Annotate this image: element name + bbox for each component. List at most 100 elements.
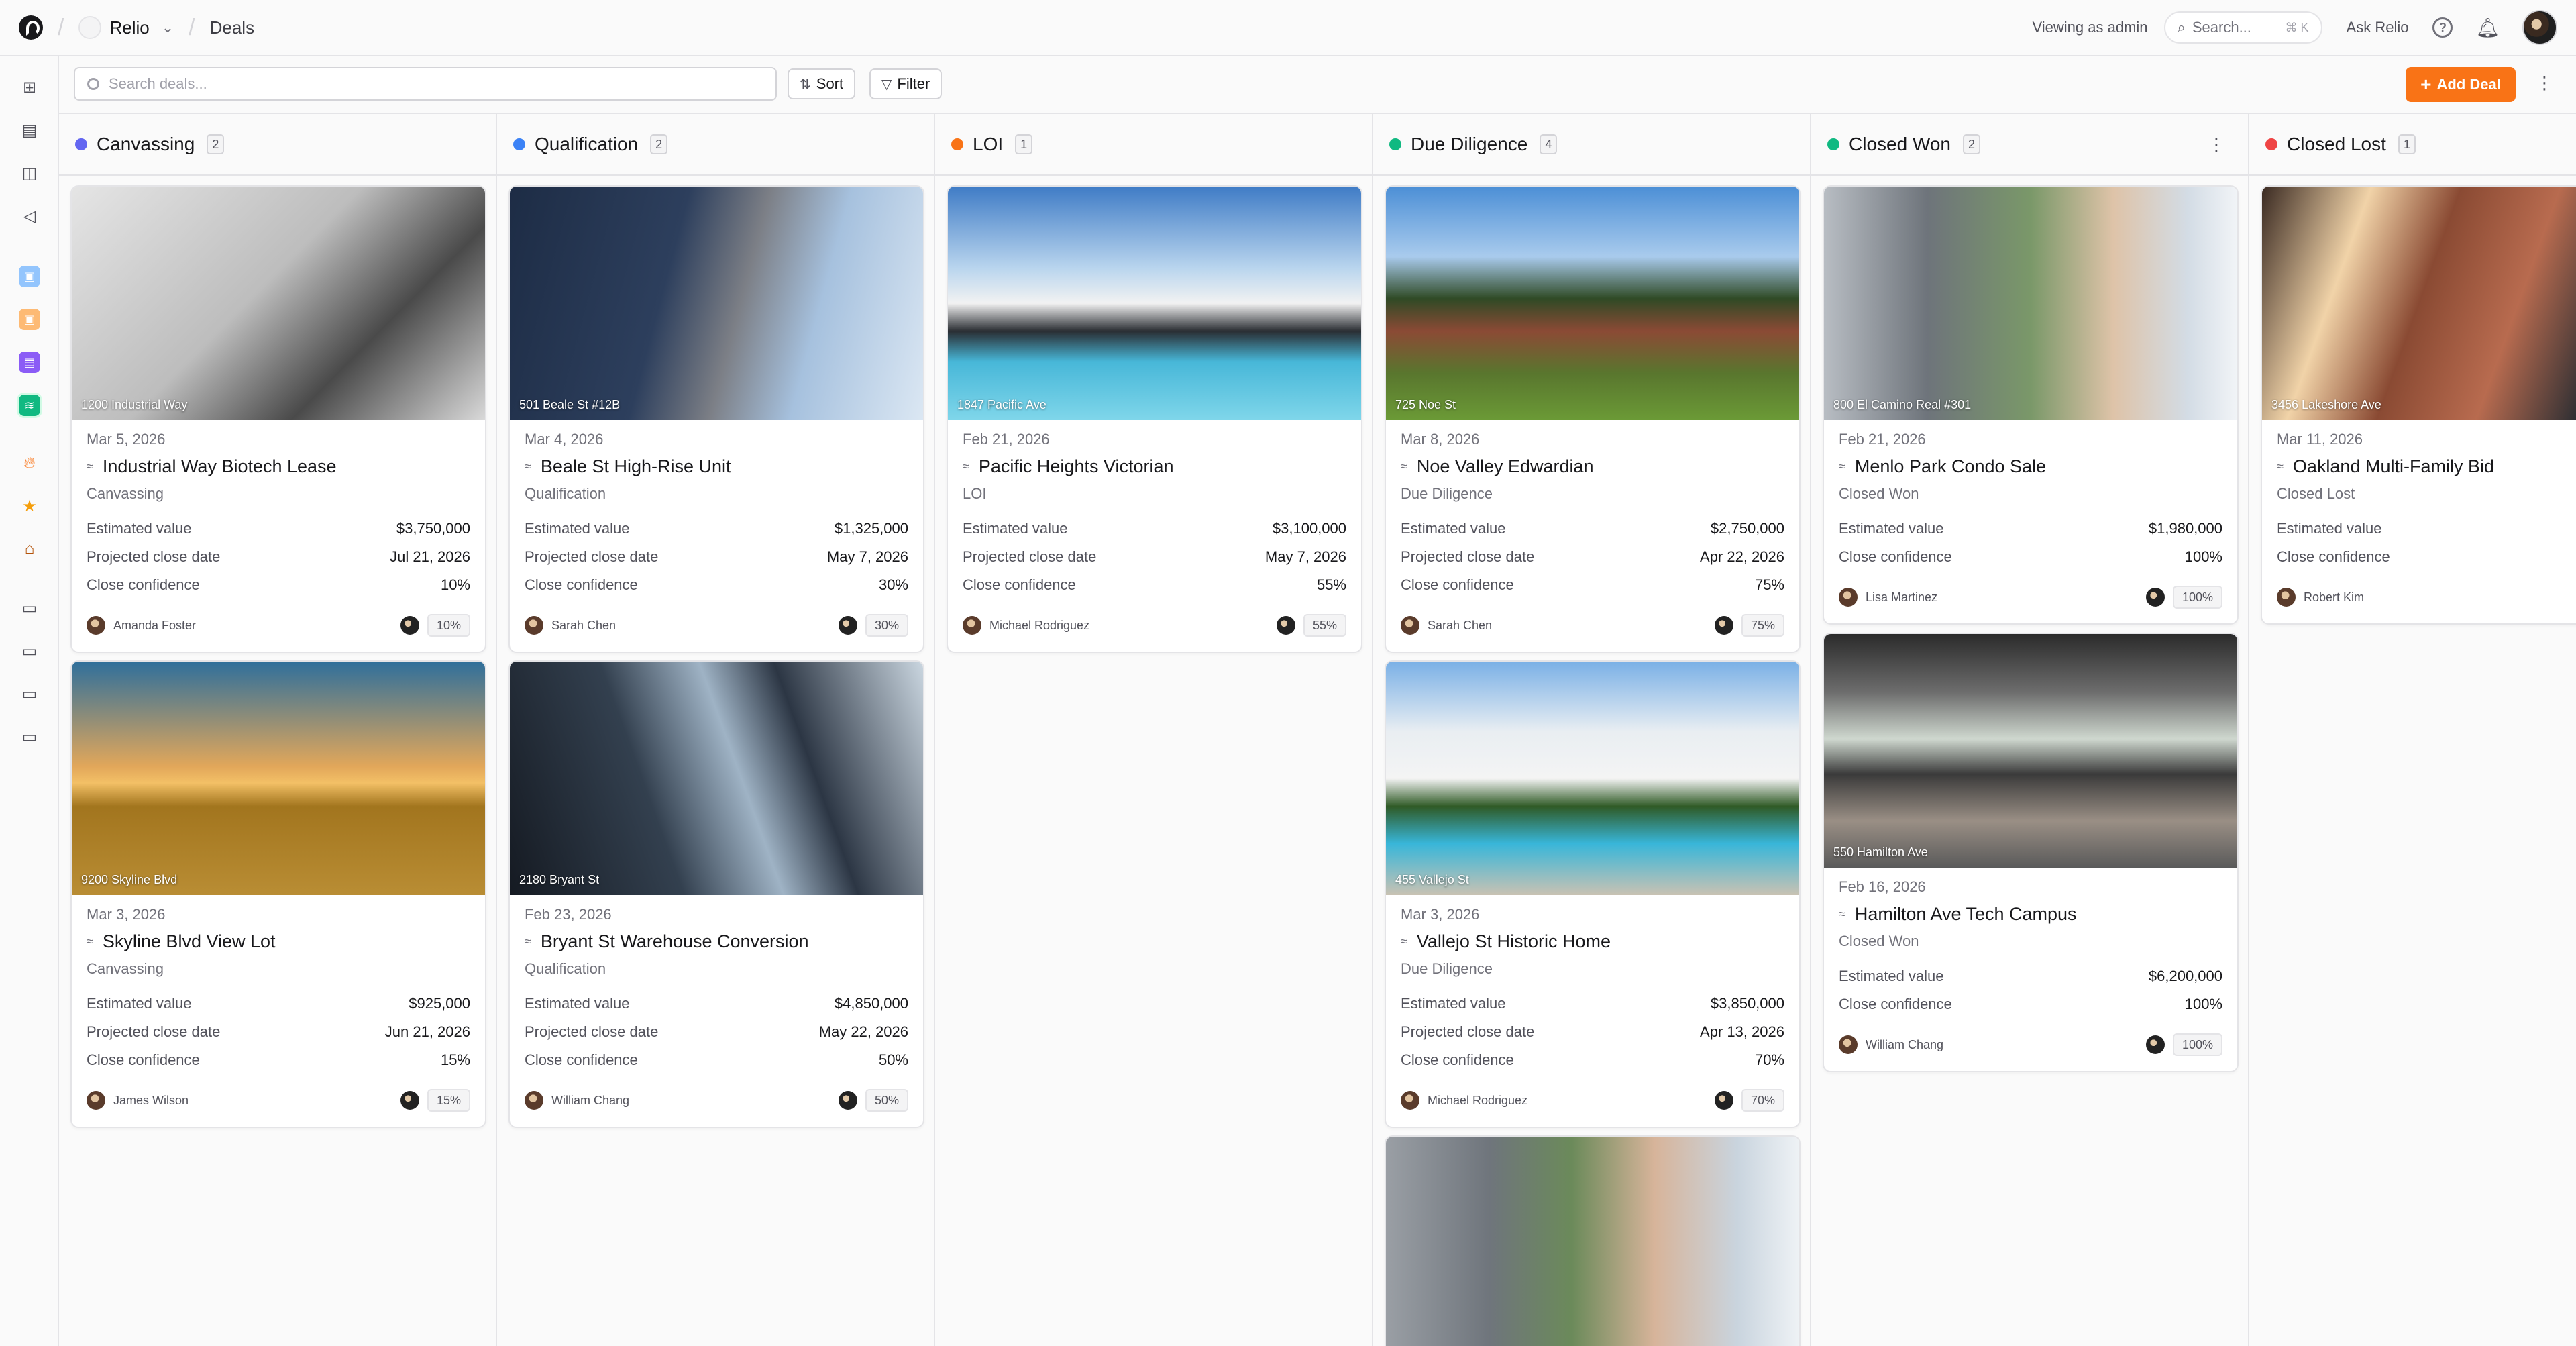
assignee-avatar	[400, 1091, 419, 1110]
deal-card[interactable]	[1385, 1135, 1801, 1346]
property-address: 1200 Industrial Way	[81, 398, 188, 411]
property-address: 501 Beale St #12B	[519, 398, 621, 411]
owner-name: Robert Kim	[2304, 590, 2365, 604]
chat-icon[interactable]: ▭	[19, 683, 40, 705]
sort-button[interactable]: ⇅ Sort	[788, 68, 856, 99]
add-deal-button[interactable]: + Add Deal	[2406, 67, 2516, 102]
deal-stage: Closed Won	[1839, 933, 1919, 949]
property-address: 9200 Skyline Blvd	[81, 873, 178, 886]
owner-name: William Chang	[1866, 1037, 1944, 1051]
chat-icon[interactable]: ▭	[19, 726, 40, 747]
deals-app-icon[interactable]: ≋	[17, 393, 42, 418]
field-label: Close confidence	[525, 1051, 638, 1068]
documents-app-icon[interactable]: ▤	[19, 352, 40, 373]
column-count: 1	[2398, 134, 2416, 154]
deal-stage: Canvassing	[87, 960, 164, 977]
deal-stage: Qualification	[525, 485, 606, 502]
status-dot	[75, 138, 87, 150]
property-address: 550 Hamilton Ave	[1833, 845, 1928, 859]
owner-name: Michael Rodriguez	[1428, 1093, 1528, 1107]
toolbar: ⇅ Sort ▽ Filter + Add Deal ⋮	[59, 56, 2576, 114]
deal-search[interactable]	[74, 67, 777, 101]
confidence-badge: 10%	[427, 614, 470, 637]
property-address: 800 El Camino Real #301	[1833, 398, 1972, 411]
deal-title[interactable]: Noe Valley Edwardian	[1417, 456, 1594, 477]
star-icon[interactable]: ★	[19, 495, 40, 517]
owner-name: Lisa Martinez	[1866, 590, 1938, 604]
confidence-badge: 70%	[1741, 1089, 1784, 1112]
deal-card[interactable]: 800 El Camino Real #301 Feb 21, 2026 ≈ Me…	[1823, 185, 2239, 625]
map-icon[interactable]: ◫	[19, 162, 40, 184]
deal-title[interactable]: Hamilton Ave Tech Campus	[1855, 904, 2077, 925]
deal-stage: LOI	[963, 485, 987, 502]
deal-card[interactable]: 1200 Industrial Way Mar 5, 2026 ≈ Industr…	[70, 185, 486, 653]
global-search-placeholder: Search...	[2192, 19, 2251, 36]
chat-icon[interactable]: ▭	[19, 597, 40, 619]
deal-date: Mar 11, 2026	[2277, 431, 2363, 448]
deal-card[interactable]: 501 Beale St #12B Mar 4, 2026 ≈ Beale St …	[508, 185, 924, 653]
property-photo: 9200 Skyline Blvd	[72, 662, 485, 895]
global-search[interactable]: ⌕ Search... ⌘ K	[2163, 11, 2322, 44]
close-confidence: 100%	[2184, 548, 2222, 565]
estimated-value: $925,000	[409, 995, 470, 1012]
deal-stage: Closed Lost	[2277, 485, 2355, 502]
megaphone-icon[interactable]: ◁	[19, 205, 40, 227]
deal-date: Mar 3, 2026	[87, 906, 166, 923]
property-address: 3456 Lakeshore Ave	[2271, 398, 2381, 411]
deal-title[interactable]: Oakland Multi-Family Bid	[2293, 456, 2494, 477]
deal-stage: Canvassing	[87, 485, 164, 502]
close-date: May 22, 2026	[818, 1023, 908, 1040]
deal-title[interactable]: Beale St High-Rise Unit	[541, 456, 731, 477]
deal-card[interactable]: 3456 Lakeshore Ave Mar 11, 2026 ≈ Oakland…	[2261, 185, 2576, 625]
deal-card[interactable]: 9200 Skyline Blvd Mar 3, 2026 ≈ Skyline B…	[70, 660, 486, 1128]
contacts-app-icon[interactable]: ▣	[19, 266, 40, 287]
deal-title[interactable]: Pacific Heights Victorian	[979, 456, 1174, 477]
breadcrumb[interactable]: Deals	[210, 17, 254, 38]
more-options-icon[interactable]: ⋮	[2536, 72, 2553, 93]
column-count: 4	[1540, 134, 1558, 154]
field-label: Projected close date	[87, 1023, 221, 1040]
chevron-down-icon[interactable]: ⌄	[162, 19, 174, 36]
column-menu-icon[interactable]: ⋮	[2208, 134, 2225, 155]
column-canvassing: Canvassing 2 1200 Industrial Way Mar 5, …	[59, 114, 497, 1346]
deal-card[interactable]: 1847 Pacific Ave Feb 21, 2026 ≈ Pacific H…	[947, 185, 1362, 653]
fire-icon[interactable]: 🔥︎	[19, 452, 40, 474]
property-address: 2180 Bryant St	[519, 873, 600, 886]
ask-relio-button[interactable]: Ask Relio	[2347, 19, 2409, 36]
deal-date: Feb 21, 2026	[1839, 431, 1926, 448]
add-deal-label: Add Deal	[2436, 76, 2501, 93]
deal-search-input[interactable]	[107, 74, 714, 93]
owner-name: Sarah Chen	[1428, 618, 1493, 632]
properties-app-icon[interactable]: ▣	[19, 309, 40, 330]
plus-icon: +	[2420, 74, 2432, 95]
field-label: Close confidence	[2277, 548, 2390, 565]
assignee-avatar	[2145, 1035, 2165, 1054]
deal-title[interactable]: Industrial Way Biotech Lease	[103, 456, 337, 477]
assignee-avatar	[1714, 616, 1733, 635]
filter-button[interactable]: ▽ Filter	[869, 68, 943, 99]
field-label: Close confidence	[525, 576, 638, 593]
deal-title[interactable]: Menlo Park Condo Sale	[1855, 456, 2046, 477]
chat-icon[interactable]: ▭	[19, 640, 40, 662]
divider: /	[189, 14, 195, 40]
tasks-icon[interactable]: ▤	[19, 119, 40, 141]
bell-icon[interactable]: 🔔︎	[2475, 17, 2500, 39]
column-title: Closed Won	[1849, 134, 1951, 154]
deal-card[interactable]: 2180 Bryant St Feb 23, 2026 ≈ Bryant St W…	[508, 660, 924, 1128]
column-count: 2	[1963, 134, 1981, 154]
deal-card[interactable]: 725 Noe St Mar 8, 2026 ≈ Noe Valley Edwar…	[1385, 185, 1801, 653]
workspace-name[interactable]: Relio	[109, 17, 149, 38]
help-icon[interactable]: ?	[2432, 17, 2453, 38]
user-avatar[interactable]	[2522, 10, 2557, 45]
deal-title[interactable]: Skyline Blvd View Lot	[103, 931, 276, 952]
field-label: Estimated value	[525, 995, 630, 1012]
house-icon[interactable]: ⌂	[19, 538, 40, 560]
deal-card[interactable]: 550 Hamilton Ave Feb 16, 2026 ≈ Hamilton …	[1823, 633, 2239, 1072]
deal-title[interactable]: Bryant St Warehouse Conversion	[541, 931, 809, 952]
deal-title[interactable]: Vallejo St Historic Home	[1417, 931, 1611, 952]
app-logo[interactable]	[19, 15, 43, 40]
deal-icon: ≈	[1401, 460, 1407, 473]
estimated-value: $6,200,000	[2148, 968, 2222, 984]
deal-card[interactable]: 455 Vallejo St Mar 3, 2026 ≈ Vallejo St H…	[1385, 660, 1801, 1128]
grid-icon[interactable]: ⊞	[19, 76, 40, 98]
